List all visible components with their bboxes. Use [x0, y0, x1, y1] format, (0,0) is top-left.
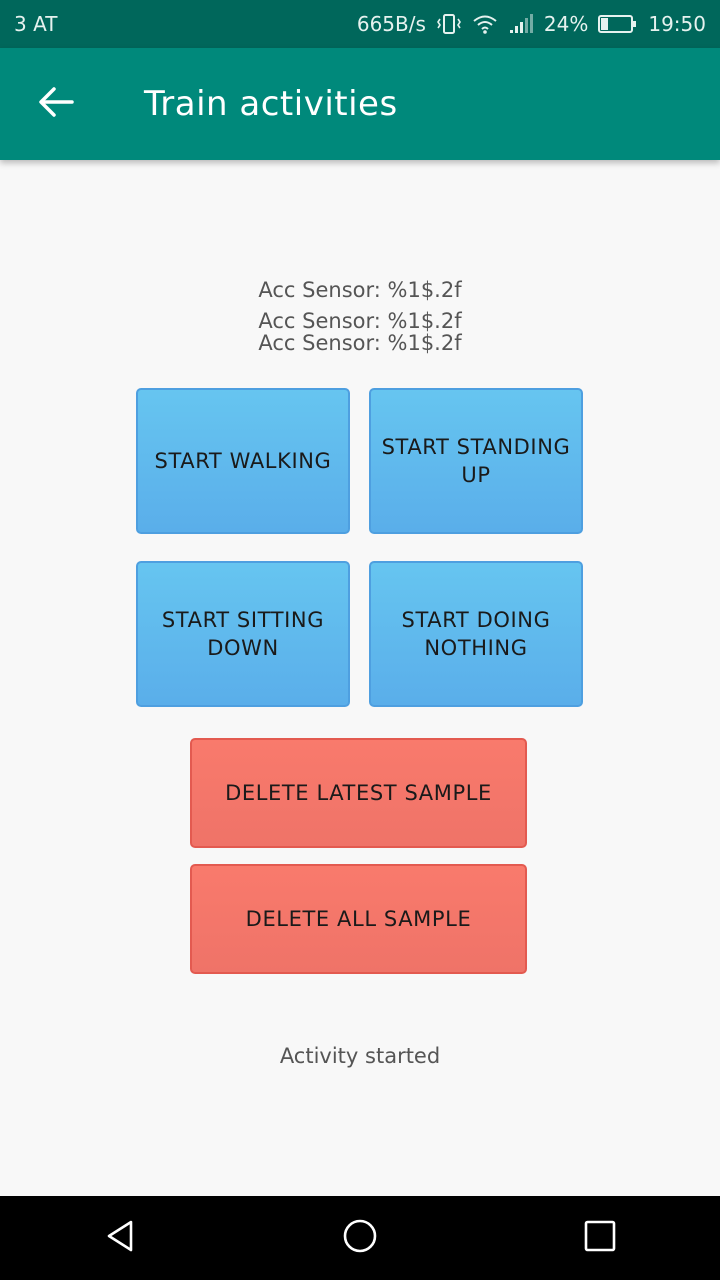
app-bar: Train activities: [0, 48, 720, 160]
delete-latest-sample-button[interactable]: DELETE LATEST SAMPLE: [190, 738, 527, 848]
battery-icon: [598, 13, 638, 35]
navigation-bar: [0, 1196, 720, 1280]
delete-all-sample-button[interactable]: DELETE ALL SAMPLE: [190, 864, 527, 974]
signal-icon: [508, 13, 534, 35]
back-triangle-icon: [103, 1218, 137, 1258]
main-content: Acc Sensor: %1$.2f Acc Sensor: %1$.2f Ac…: [0, 160, 720, 1196]
page-title: Train activities: [144, 84, 398, 124]
start-walking-button[interactable]: START WALKING: [136, 388, 350, 534]
acc-sensor-reading-3: Acc Sensor: %1$.2f: [258, 331, 462, 355]
recents-square-icon: [583, 1219, 617, 1257]
wifi-icon: [472, 13, 498, 35]
carrier-label: 3 AT: [14, 12, 58, 36]
activity-status-text: Activity started: [279, 1044, 441, 1068]
arrow-back-icon: [38, 86, 74, 122]
vibrate-icon: [436, 13, 462, 35]
clock: 19:50: [648, 12, 706, 36]
start-doing-nothing-button[interactable]: START DOING NOTHING: [369, 561, 583, 707]
nav-back-button[interactable]: [80, 1196, 160, 1280]
nav-recents-button[interactable]: [560, 1196, 640, 1280]
acc-sensor-reading-2: Acc Sensor: %1$.2f: [258, 309, 462, 333]
home-circle-icon: [342, 1218, 378, 1258]
network-speed: 665B/s: [356, 12, 426, 36]
battery-percent: 24%: [543, 12, 589, 36]
acc-sensor-reading-1: Acc Sensor: %1$.2f: [258, 278, 462, 302]
start-sitting-down-button[interactable]: START SITTING DOWN: [136, 561, 350, 707]
nav-home-button[interactable]: [320, 1196, 400, 1280]
status-bar: 3 AT 665B/s 24% 19:50: [0, 0, 720, 48]
start-standing-up-button[interactable]: START STANDING UP: [369, 388, 583, 534]
back-button[interactable]: [28, 76, 84, 132]
